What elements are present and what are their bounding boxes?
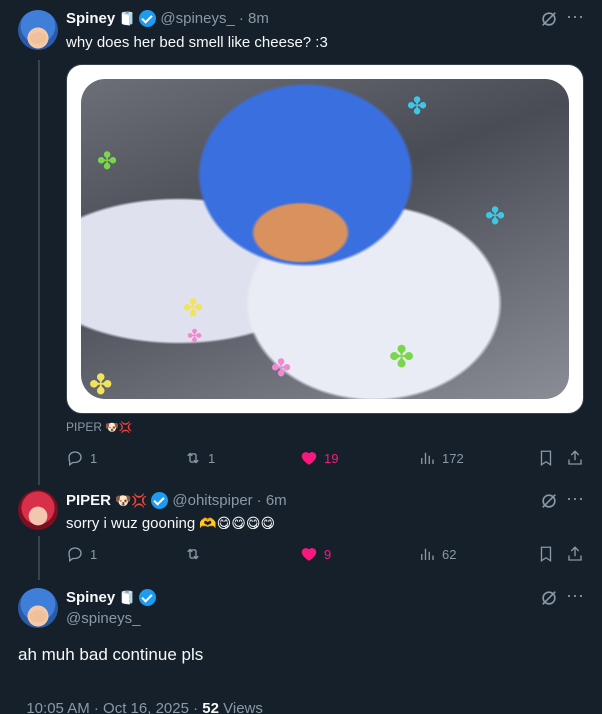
name-emojis: 🐶💢 xyxy=(115,492,148,508)
more-icon[interactable]: ··· xyxy=(566,488,584,509)
verified-icon xyxy=(139,10,157,27)
share-button[interactable] xyxy=(566,545,584,563)
bookmark-icon xyxy=(540,450,552,467)
tweet-image[interactable]: ✤ ✤ ✤ ✤ ✤ ✤ ✤ ✤ xyxy=(66,64,584,414)
like-icon xyxy=(301,452,317,465)
timestamp[interactable]: · 8m xyxy=(239,10,269,27)
repost-button[interactable] xyxy=(184,545,208,563)
views-count: 52 xyxy=(202,700,219,714)
more-icon[interactable]: ··· xyxy=(566,6,584,27)
like-count: 19 xyxy=(324,450,339,466)
clover-sticker: ✤ xyxy=(407,93,428,120)
display-name[interactable]: PIPER xyxy=(66,492,111,509)
name-emoji: 🧻 xyxy=(119,589,136,605)
grok-icon[interactable] xyxy=(540,492,558,515)
share-icon xyxy=(568,450,582,465)
more-icon[interactable]: ··· xyxy=(566,585,584,606)
reply-button[interactable]: 1 xyxy=(66,545,97,563)
clover-sticker: ✤ xyxy=(97,148,118,175)
like-count: 9 xyxy=(324,546,332,562)
views-icon xyxy=(421,548,434,560)
tweet-emojis: 🫶😋😋😋😋 xyxy=(199,515,276,531)
views-count: 62 xyxy=(442,546,457,562)
bookmark-icon xyxy=(540,546,552,563)
tweet-header: PIPER 🐶💢 @ohitspiper · 6m xyxy=(66,492,287,509)
share-button[interactable] xyxy=(566,449,584,467)
grok-icon[interactable] xyxy=(540,589,558,612)
clover-sticker: ✤ xyxy=(389,341,415,374)
repost-icon xyxy=(187,548,199,560)
repost-count: 1 xyxy=(208,450,216,466)
views-label: Views xyxy=(223,700,263,714)
repost-button[interactable]: 1 xyxy=(184,449,215,467)
tweet-text: why does her bed smell like cheese? :3 xyxy=(66,34,328,51)
like-icon xyxy=(301,548,317,561)
tweet-meta: 10:05 AM · Oct 16, 2025 · 52 Views xyxy=(18,683,263,714)
reply-count: 1 xyxy=(90,450,98,466)
anime-illustration xyxy=(81,79,569,399)
clover-sticker: ✤ xyxy=(187,326,203,346)
like-button[interactable]: 9 xyxy=(300,545,331,563)
thread-line xyxy=(38,536,40,580)
clover-sticker: ✤ xyxy=(271,355,292,382)
display-name[interactable]: Spiney xyxy=(66,10,115,27)
handle[interactable]: @spineys_ xyxy=(160,10,234,27)
reply-button[interactable]: 1 xyxy=(66,449,97,467)
tag-emojis: 🐶💢 xyxy=(105,421,133,434)
views-button[interactable]: 62 xyxy=(418,545,456,563)
tweet-timestamp[interactable]: 10:05 AM · Oct 16, 2025 · xyxy=(26,700,202,714)
timestamp[interactable]: · 6m xyxy=(257,492,287,509)
tweet-text-wrap: sorry i wuz gooning 🫶😋😋😋😋 xyxy=(66,515,275,532)
views-icon xyxy=(421,452,434,464)
clover-sticker: ✤ xyxy=(183,295,204,322)
tag-name: PIPER xyxy=(66,420,103,434)
repost-icon xyxy=(187,452,199,464)
tweet-header: Spiney 🧻 xyxy=(66,589,157,606)
tweet-text: ah muh bad continue pls xyxy=(18,645,204,664)
clover-sticker: ✤ xyxy=(485,203,506,230)
handle[interactable]: @spineys_ xyxy=(66,610,140,627)
reply-icon xyxy=(68,451,82,467)
display-name[interactable]: Spiney xyxy=(66,589,115,606)
reply-count: 1 xyxy=(90,546,98,562)
image-tag[interactable]: PIPER 🐶💢 xyxy=(66,420,132,434)
handle[interactable]: @ohitspiper xyxy=(172,492,252,509)
verified-icon xyxy=(139,589,157,606)
thread-line xyxy=(38,60,40,485)
avatar[interactable] xyxy=(18,10,58,50)
tweet-header: Spiney 🧻 @spineys_ · 8m xyxy=(66,10,269,27)
bookmark-button[interactable] xyxy=(537,449,555,467)
name-emoji: 🧻 xyxy=(119,10,136,26)
verified-icon xyxy=(151,492,169,509)
grok-icon[interactable] xyxy=(540,10,558,33)
bookmark-button[interactable] xyxy=(537,545,555,563)
avatar[interactable] xyxy=(18,588,58,628)
clover-sticker: ✤ xyxy=(89,369,113,400)
share-icon xyxy=(568,546,582,561)
tweet-text: sorry i wuz gooning xyxy=(66,515,196,532)
avatar[interactable] xyxy=(18,490,58,530)
like-button[interactable]: 19 xyxy=(300,449,338,467)
reply-icon xyxy=(68,547,82,563)
views-count: 172 xyxy=(442,450,464,466)
views-button[interactable]: 172 xyxy=(418,449,464,467)
